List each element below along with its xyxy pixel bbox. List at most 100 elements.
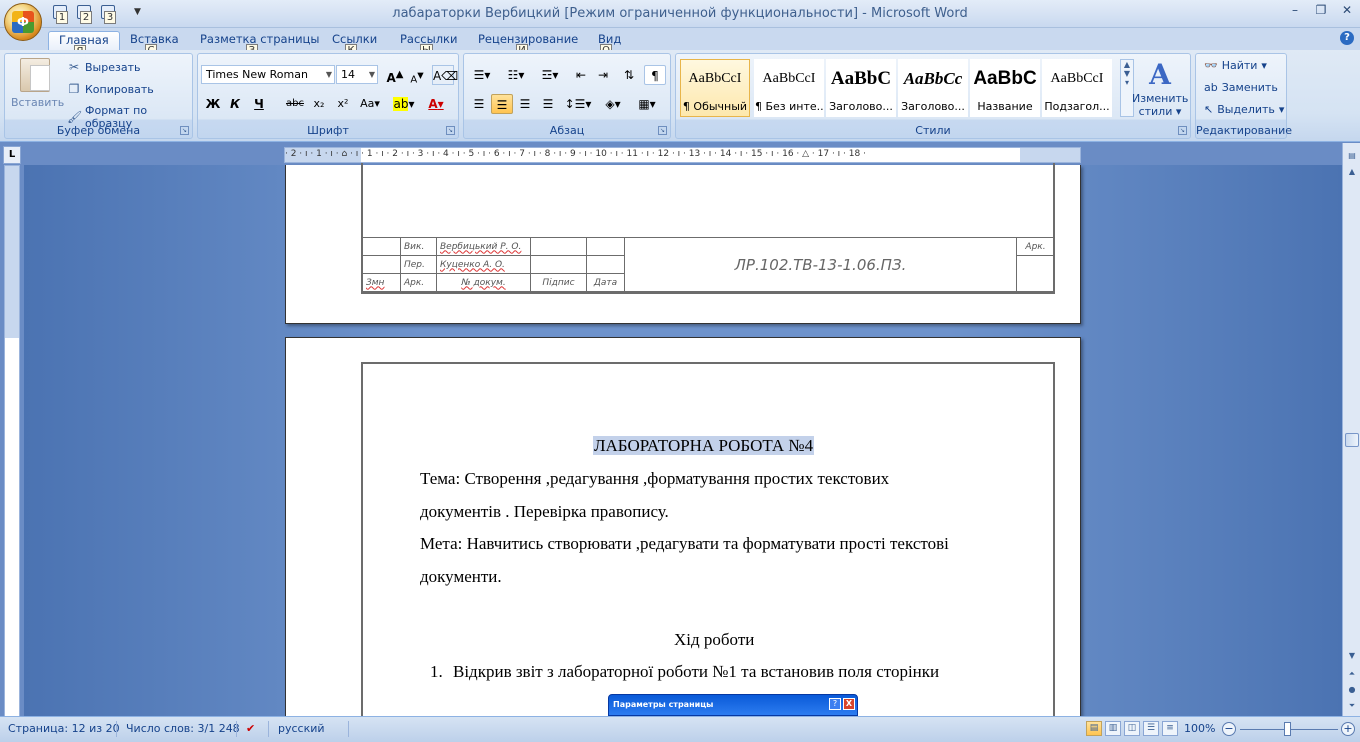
- font-size-combo[interactable]: 14 ▼: [336, 65, 378, 84]
- multilevel-list-button[interactable]: ☲▾: [536, 65, 564, 85]
- print-layout-view-button[interactable]: ▤: [1086, 721, 1102, 736]
- italic-button[interactable]: К: [224, 94, 246, 114]
- copy-button[interactable]: ❐ Копировать: [67, 82, 154, 96]
- grow-font-button[interactable]: A▲: [384, 65, 406, 85]
- borders-button[interactable]: ▦▾: [632, 94, 662, 114]
- font-name-combo[interactable]: Times New Roman ▼: [201, 65, 335, 84]
- clear-formatting-button[interactable]: A⌫: [432, 65, 458, 85]
- change-case-button[interactable]: Aa▾: [356, 94, 384, 114]
- bold-button[interactable]: Ж: [202, 94, 224, 114]
- zoom-in-button[interactable]: +: [1341, 722, 1355, 736]
- zoom-out-button[interactable]: −: [1222, 722, 1236, 736]
- goal-line-2[interactable]: документи.: [420, 567, 502, 587]
- change-styles-button[interactable]: A Изменить стили ▾: [1132, 58, 1188, 118]
- bullets-button[interactable]: ☰▾: [468, 65, 496, 85]
- increase-indent-button[interactable]: ⇥: [592, 65, 614, 85]
- title-bar: 1 2 3 ▼ лабараторки Вербицкий [Режим огр…: [0, 0, 1360, 28]
- ruler-toggle-icon[interactable]: ▤: [1345, 149, 1359, 163]
- vertical-ruler[interactable]: [4, 165, 20, 717]
- tab-view[interactable]: ВидО: [588, 31, 631, 57]
- font-color-button[interactable]: A▾: [422, 94, 450, 114]
- paragraph-launcher-icon[interactable]: ↘: [658, 126, 667, 135]
- browse-object-icon[interactable]: ●: [1345, 683, 1359, 697]
- goal-line-1[interactable]: Мета: Навчитись створювати ,редагувати т…: [420, 534, 949, 554]
- sort-button[interactable]: ⇅: [618, 65, 640, 85]
- clipboard-launcher-icon[interactable]: ↘: [180, 126, 189, 135]
- help-icon[interactable]: ?: [1340, 31, 1354, 45]
- scroll-thumb[interactable]: [1345, 433, 1359, 447]
- numbering-button[interactable]: ☷▾: [502, 65, 530, 85]
- decrease-indent-button[interactable]: ⇤: [570, 65, 592, 85]
- underline-button[interactable]: Ч: [248, 94, 270, 114]
- align-right-icon: ☰: [519, 97, 531, 111]
- tab-review[interactable]: РецензированиеИ: [468, 31, 588, 57]
- replace-icon: ab: [1204, 81, 1218, 94]
- office-button[interactable]: Ф: [4, 3, 42, 41]
- cut-button[interactable]: ✂ Вырезать: [67, 60, 141, 74]
- shrink-font-button[interactable]: A▼: [406, 65, 428, 85]
- align-left-button[interactable]: ☰: [468, 94, 490, 114]
- tab-mailings[interactable]: РассылкиЫ: [390, 31, 467, 57]
- font-color-icon: A: [428, 97, 438, 111]
- list-item-1-number: 1.: [430, 662, 443, 681]
- styles-launcher-icon[interactable]: ↘: [1178, 126, 1187, 135]
- web-layout-button[interactable]: ◫: [1124, 721, 1140, 736]
- topic-line-2[interactable]: документів . Перевірка правопису.: [420, 502, 669, 522]
- scroll-up-icon[interactable]: ▲: [1345, 165, 1359, 179]
- editing-group: 👓 Найти ▾ ab Заменить ↖ Выделить ▾ Редактир…: [1195, 53, 1292, 139]
- select-button[interactable]: ↖ Выделить ▾: [1204, 103, 1284, 116]
- spelling-check-icon[interactable]: ✔︎: [246, 722, 255, 735]
- previous-page-icon[interactable]: ⏶: [1345, 667, 1359, 681]
- topic-line-1[interactable]: Тема: Створення ,редагування ,форматуван…: [420, 469, 889, 489]
- full-screen-reading-button[interactable]: ▥: [1105, 721, 1121, 736]
- restore-button[interactable]: ❐: [1308, 0, 1334, 20]
- tab-page-layout[interactable]: Разметка страницыЗ: [190, 31, 329, 57]
- draft-view-button[interactable]: ≡: [1162, 721, 1178, 736]
- list-item-1[interactable]: Відкрив звіт з лабораторної роботи №1 та…: [453, 662, 939, 682]
- decrease-indent-icon: ⇤: [575, 68, 587, 82]
- style-heading-1[interactable]: AaBbC Заголово...: [826, 59, 896, 117]
- progress-title[interactable]: Хід роботи: [674, 630, 754, 650]
- vertical-scrollbar[interactable]: ▤ ▲ ▼ ⏶ ● ⏷: [1342, 143, 1360, 716]
- zoom-level[interactable]: 100%: [1184, 722, 1215, 735]
- language-indicator[interactable]: русский: [278, 722, 325, 735]
- word-count[interactable]: Число слов: 3/1 248: [126, 722, 240, 735]
- document-heading[interactable]: ЛАБОРАТОРНА РОБОТА №4: [593, 436, 815, 456]
- page-previous[interactable]: Вик. Вербицький Р. О. ЛР.102.ТВ-13-1.06.…: [285, 163, 1081, 324]
- tab-home[interactable]: ГлавнаяЯ: [48, 31, 120, 58]
- style-no-spacing[interactable]: AaBbCcI ¶ Без инте...: [754, 59, 824, 117]
- scissors-icon: ✂: [68, 60, 80, 74]
- font-launcher-icon[interactable]: ↘: [446, 126, 455, 135]
- style-title[interactable]: AaBbC Название: [970, 59, 1040, 117]
- close-button[interactable]: ✕: [1334, 0, 1360, 20]
- superscript-button[interactable]: x²: [332, 94, 354, 114]
- next-page-icon[interactable]: ⏷: [1345, 699, 1359, 713]
- style-heading-2[interactable]: AaBbCc Заголово...: [898, 59, 968, 117]
- copy-icon: ❐: [68, 82, 80, 96]
- subscript-button[interactable]: x₂: [308, 94, 330, 114]
- paragraph-group: ☰▾ ☷▾ ☲▾ ⇤ ⇥ ⇅ ¶ ☰ ☰ ☰ ☰ ↕☰▾ ◈▾ ▦▾ Абзац…: [463, 53, 671, 139]
- scroll-down-icon[interactable]: ▼: [1345, 649, 1359, 663]
- tab-selector-button[interactable]: L: [3, 146, 21, 164]
- tab-references[interactable]: СсылкиК: [322, 31, 387, 57]
- embedded-dialog-image[interactable]: Параметры страницы ? X: [608, 694, 858, 716]
- style-subtitle[interactable]: AaBbCcI Подзагол...: [1042, 59, 1112, 117]
- page-count[interactable]: Страница: 12 из 20: [8, 722, 120, 735]
- line-spacing-button[interactable]: ↕☰▾: [564, 94, 592, 114]
- show-marks-button[interactable]: ¶: [644, 65, 666, 85]
- shading-button[interactable]: ◈▾: [598, 94, 628, 114]
- outline-view-button[interactable]: ☰: [1143, 721, 1159, 736]
- find-button[interactable]: 👓 Найти ▾: [1204, 59, 1267, 72]
- zoom-slider-thumb[interactable]: [1284, 722, 1291, 736]
- minimize-button[interactable]: –: [1282, 0, 1308, 20]
- paste-button[interactable]: Вставить: [11, 58, 64, 109]
- tab-insert[interactable]: ВставкаС: [120, 31, 189, 57]
- horizontal-ruler[interactable]: · 2 · ı · 1 · ı · ⌂ · ı · 1 · ı · 2 · ı …: [284, 147, 1081, 163]
- align-center-button[interactable]: ☰: [491, 94, 513, 114]
- justify-button[interactable]: ☰: [537, 94, 559, 114]
- strikethrough-button[interactable]: abc: [284, 94, 306, 114]
- align-right-button[interactable]: ☰: [514, 94, 536, 114]
- style-normal[interactable]: AaBbCcI ¶ Обычный: [680, 59, 750, 117]
- highlight-button[interactable]: ab▾: [390, 94, 418, 114]
- replace-button[interactable]: ab Заменить: [1204, 81, 1278, 94]
